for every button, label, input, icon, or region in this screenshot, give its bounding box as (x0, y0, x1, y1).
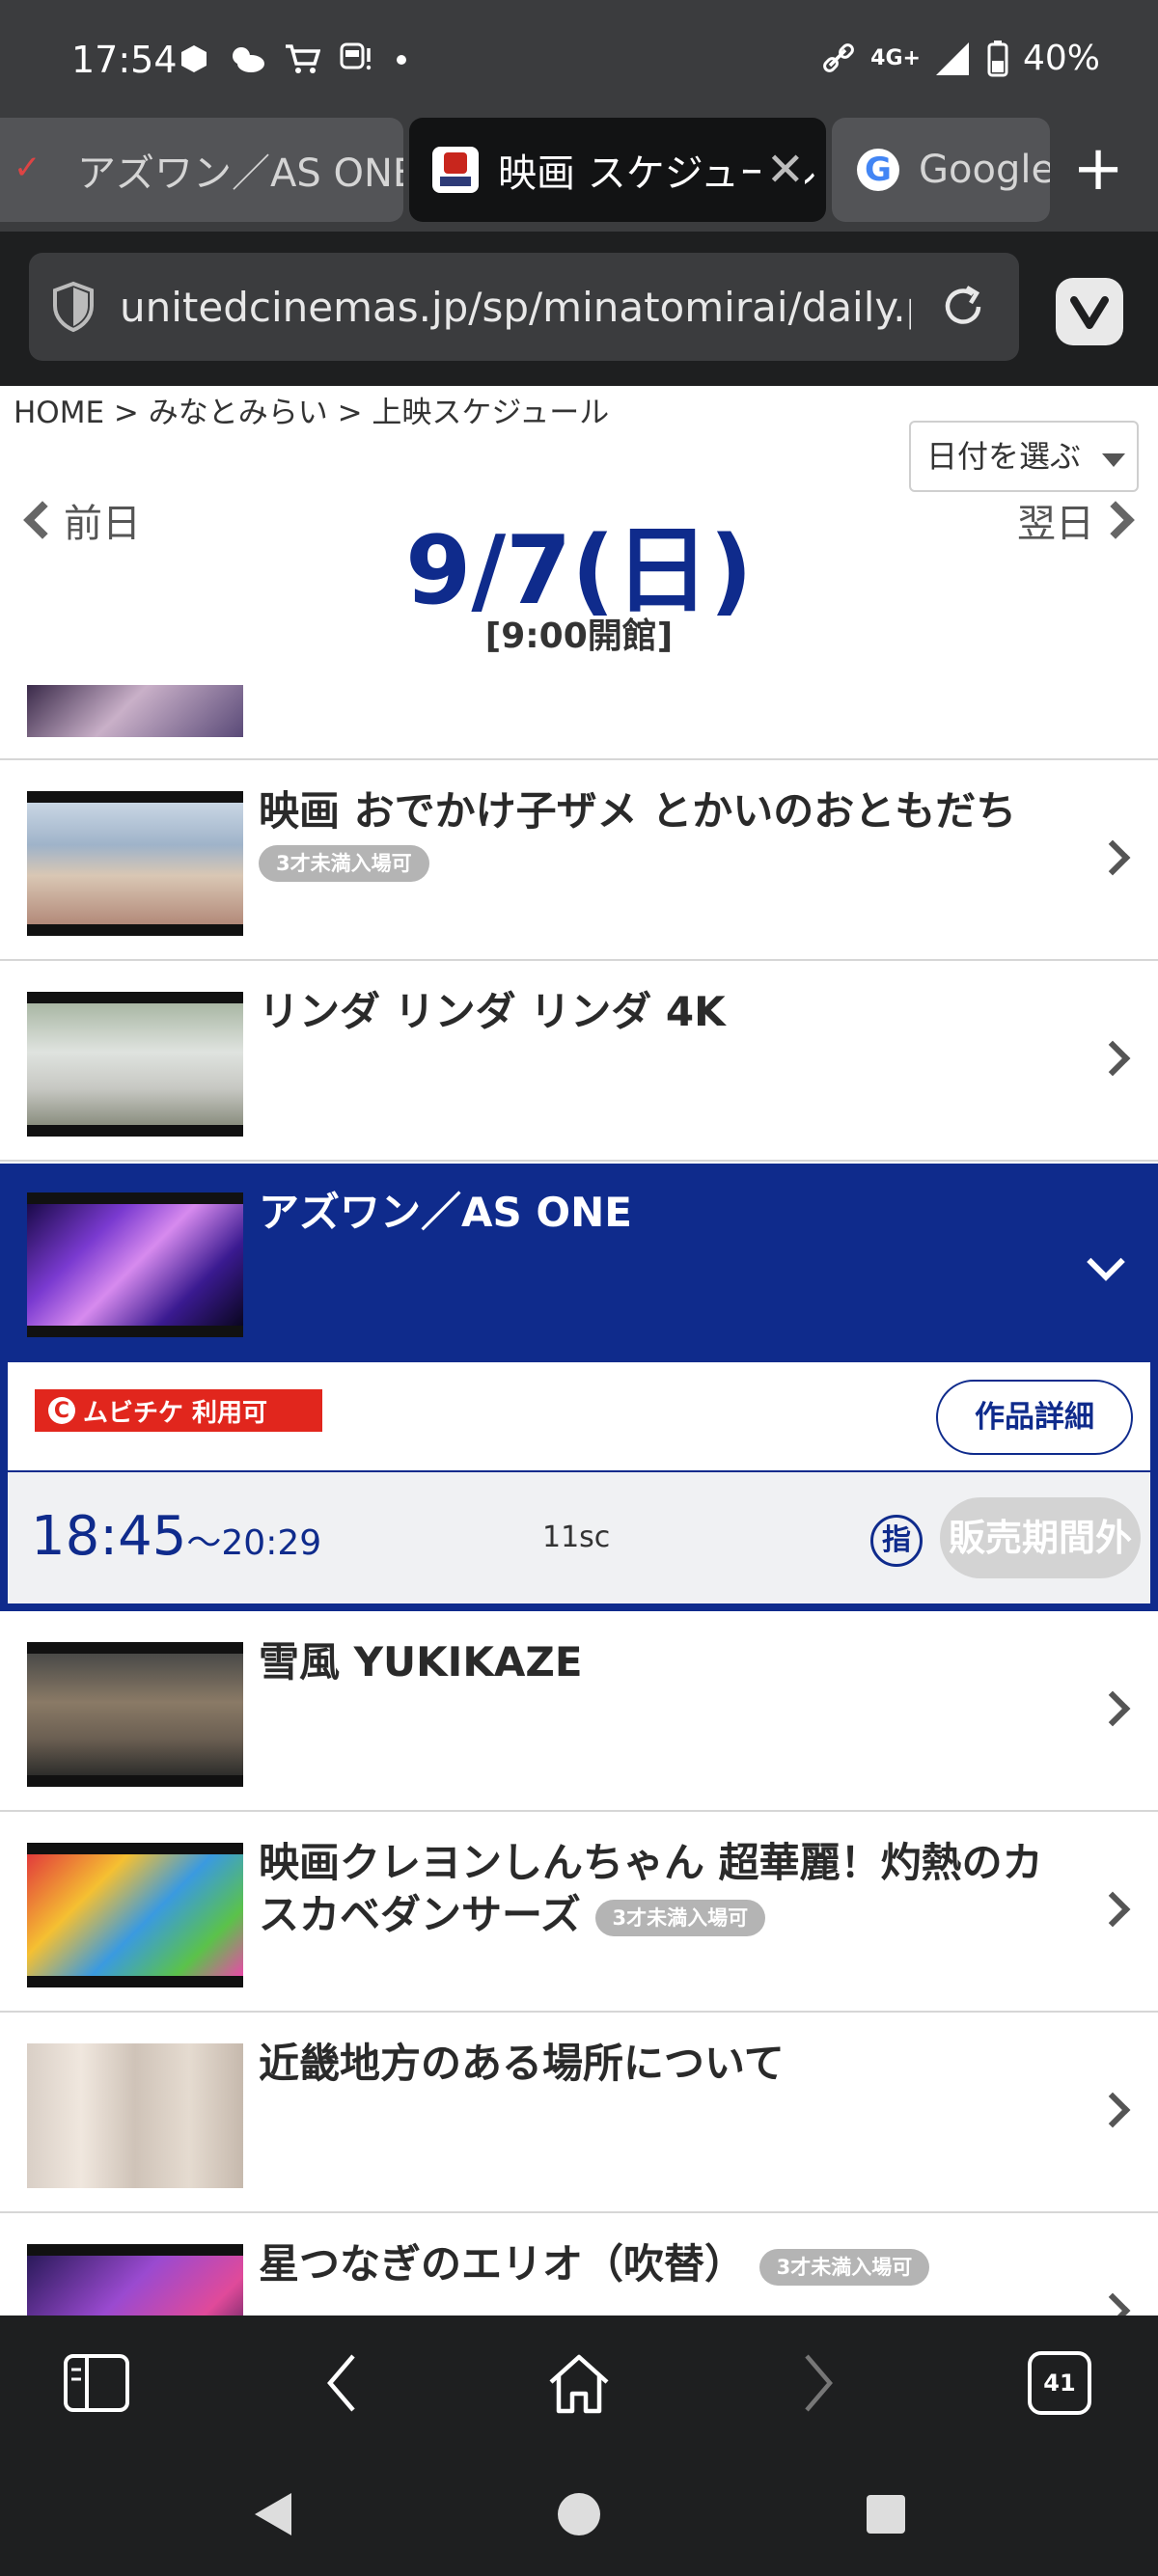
list-item[interactable] (0, 681, 1158, 760)
forward-arrow-icon (805, 2354, 833, 2412)
square-recents-icon (867, 2495, 905, 2534)
system-nav-bar (0, 2447, 1158, 2576)
open-time: [9:00開館] (484, 617, 674, 656)
panel-button[interactable] (58, 2344, 135, 2422)
cart-icon (286, 44, 320, 73)
tab-schedule[interactable]: 映画 スケジュール ✕ (409, 118, 826, 222)
system-recents-button[interactable] (857, 2485, 915, 2543)
mvtk-logo-icon: C (48, 1397, 75, 1424)
breadcrumb[interactable]: HOME > みなとみらい > 上映スケジュール (14, 388, 609, 431)
url-field[interactable]: unitedcinemas.jp/sp/minatomirai/daily.ph… (29, 253, 1019, 361)
weather-icon (233, 47, 264, 72)
shield-icon[interactable] (50, 281, 96, 333)
screen-number: 11sc (542, 1521, 611, 1554)
home-button[interactable] (540, 2344, 618, 2422)
movie-thumbnail (27, 992, 243, 1137)
status-right: 4G+ 40% (820, 39, 1100, 78)
showtime-end: 〜20:29 (186, 1523, 322, 1563)
reload-icon[interactable] (936, 280, 990, 334)
back-button[interactable] (303, 2344, 380, 2422)
address-bar: unitedcinemas.jp/sp/minatomirai/daily.ph… (0, 232, 1158, 386)
vivaldi-menu-icon[interactable] (1056, 278, 1123, 345)
list-item[interactable]: 雪風 YUKIKAZE (0, 1613, 1158, 1812)
system-back-button[interactable] (243, 2485, 301, 2543)
movie-title: 映画 おでかけ子ザメ とかいのおともだち (259, 787, 1017, 835)
list-item-expanded[interactable]: アズワン／AS ONE C ムビチケ 利用可 作品詳細 18:45〜20:29 … (0, 1164, 1158, 1611)
google-favicon-icon: G (857, 149, 899, 191)
tab-label: アズワン／AS ONE (77, 151, 403, 196)
movie-thumbnail (27, 1642, 243, 1787)
lawson-cinema-favicon-icon (432, 147, 479, 193)
list-item[interactable]: リンダ リンダ リンダ 4K (0, 963, 1158, 1162)
movie-title: 星つなぎのエリオ（吹替） 3才未満入場可 (259, 2238, 1079, 2290)
showtime-panel: C ムビチケ 利用可 作品詳細 18:45〜20:29 11sc 指 販売期間外 (8, 1362, 1150, 1603)
url-text[interactable]: unitedcinemas.jp/sp/minatomirai/daily.ph… (120, 284, 911, 331)
tab-strip: ✓ アズワン／AS ONE 映画 スケジュール ✕ G Google + (0, 114, 1158, 232)
date-select[interactable]: 日付を選ぶ (909, 421, 1139, 492)
showtime: 18:45〜20:29 (31, 1505, 321, 1568)
age-badge: 3才未満入場可 (259, 845, 429, 882)
mvtk-label: ムビチケ 利用可 (83, 1398, 268, 1428)
status-time: 17:54 (71, 39, 178, 81)
tab-label: Google (919, 148, 1050, 192)
dot-icon (397, 55, 406, 65)
list-item[interactable]: 映画クレヨンしんちゃん 超華麗！灼熱のカスカベダンサーズ 3才未満入場可 (0, 1814, 1158, 2013)
movie-title: 映画クレヨンしんちゃん 超華麗！灼熱のカスカベダンサーズ 3才未満入場可 (259, 1837, 1079, 1941)
chevron-right-icon (1094, 1891, 1131, 1928)
reserved-seat-icon: 指 (870, 1515, 923, 1567)
list-item[interactable]: 近畿地方のある場所について (0, 2014, 1158, 2213)
showtime-start: 18:45 (31, 1505, 187, 1568)
close-tab-icon[interactable]: ✕ (759, 143, 805, 197)
age-badge: 3才未満入場可 (594, 1899, 766, 1936)
chevron-right-icon (1094, 2092, 1131, 2128)
tab-count: 41 (1043, 2370, 1076, 2397)
battery-percent: 40% (1022, 39, 1100, 78)
movie-thumbnail (27, 1192, 243, 1337)
movie-thumbnail (27, 2043, 243, 2188)
panel-icon (64, 2354, 129, 2412)
sales-status-button[interactable]: 販売期間外 (940, 1497, 1141, 1578)
status-bar: 17:54 4G+ 40% (0, 0, 1158, 114)
home-icon (549, 2354, 609, 2414)
date-select-label: 日付を選ぶ (926, 438, 1082, 475)
notification-icons (178, 42, 409, 75)
movie-thumbnail (27, 791, 243, 936)
system-home-button[interactable] (550, 2485, 608, 2543)
chevron-down-icon (1102, 453, 1125, 467)
tab-switcher-button[interactable]: 41 (1021, 2344, 1098, 2422)
back-arrow-icon (327, 2354, 355, 2412)
link-icon (823, 42, 855, 72)
browser-toolbar: 41 (0, 2316, 1158, 2447)
movie-title: リンダ リンダ リンダ 4K (259, 988, 726, 1035)
movie-thumbnail (27, 1843, 243, 1987)
chevron-right-icon (1094, 839, 1131, 876)
chevron-right-icon (1094, 1040, 1131, 1077)
movie-thumbnail (27, 685, 243, 737)
chevron-down-icon[interactable] (1087, 1243, 1125, 1281)
new-tab-button[interactable]: + (1060, 125, 1137, 212)
network-label: 4G+ (870, 46, 921, 70)
movie-detail-button[interactable]: 作品詳細 (936, 1380, 1133, 1455)
movie-title: 雪風 YUKIKAZE (259, 1638, 583, 1685)
forward-button[interactable] (780, 2344, 857, 2422)
cube-icon (181, 45, 207, 72)
movie-title: 近畿地方のある場所について (259, 2040, 785, 2087)
showtime-row[interactable]: 18:45〜20:29 11sc 指 販売期間外 (8, 1470, 1150, 1603)
chevron-right-icon (1094, 1690, 1131, 1727)
tab-as-one[interactable]: ✓ アズワン／AS ONE (0, 118, 403, 222)
age-badge: 3才未満入場可 (758, 2248, 930, 2286)
circle-home-icon (558, 2493, 600, 2535)
mvtk-badge: C ムビチケ 利用可 (35, 1389, 322, 1432)
tab-google[interactable]: G Google (832, 118, 1050, 222)
signal-icon (935, 41, 969, 75)
train-icon (340, 42, 372, 70)
movie-title-text: 星つなぎのエリオ（吹替） (259, 2240, 746, 2288)
battery-icon (987, 40, 1008, 76)
triangle-back-icon (255, 2493, 291, 2535)
list-item[interactable]: 映画 おでかけ子ザメ とかいのおともだち 3才未満入場可 (0, 762, 1158, 961)
muted-mark-icon: ✓ (14, 149, 41, 187)
movie-title: アズワン／AS ONE (259, 1189, 632, 1236)
